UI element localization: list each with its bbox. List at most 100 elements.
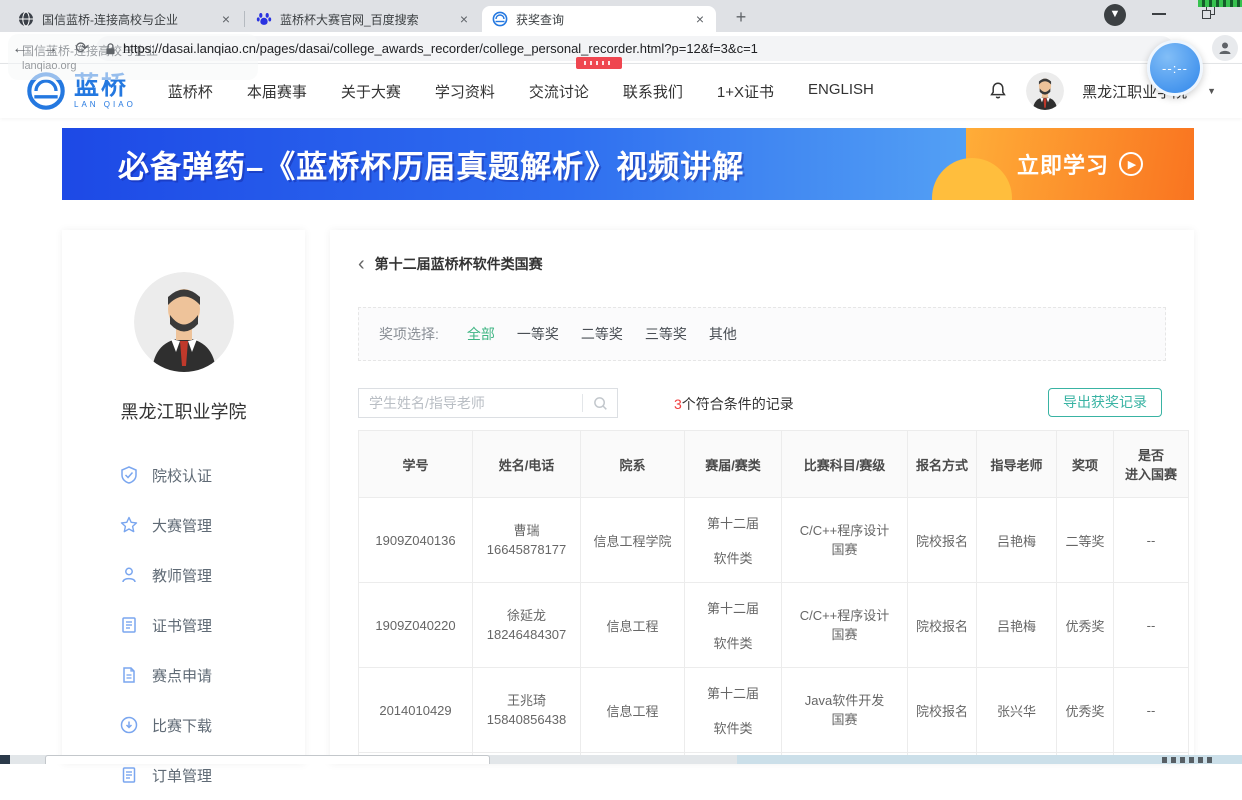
filter-option-second-prize[interactable]: 二等奖 [581,324,623,344]
cell-subject-level: C/C++程序设计国赛 [782,583,908,668]
page-title: 第十二届蓝桥杯软件类国赛 [375,254,543,274]
hover-card-domain: lanqiao.org [22,60,76,72]
cell-name-phone: 曹瑞16645878177 [473,498,581,583]
table-header-row: 学号 姓名/电话 院系 赛届/赛类 比赛科目/赛级 报名方式 指导老师 奖项 是… [359,431,1189,498]
filter-label: 奖项选择: [379,324,439,344]
nav-study-materials[interactable]: 学习资料 [435,81,495,102]
export-awards-button[interactable]: 导出获奖记录 [1048,388,1162,417]
star-icon [120,516,138,534]
shield-check-icon [120,466,138,484]
back-chevron-icon[interactable]: ‹ [358,256,365,272]
col-session-category: 赛届/赛类 [685,431,782,498]
sidebar-item-certificate-management[interactable]: 证书管理 [62,600,305,650]
sidebar-item-college-certification[interactable]: 院校认证 [62,450,305,500]
address-content[interactable]: https://dasai.lanqiao.cn/pages/dasai/col… [104,36,758,61]
order-list-icon [120,766,138,784]
award-filter-box: 奖项选择: 全部 一等奖 二等奖 三等奖 其他 [358,307,1166,361]
browser-profile-button[interactable] [1212,35,1238,61]
search-icon[interactable] [583,396,617,411]
col-department: 院系 [581,431,685,498]
sidebar-item-competition-management[interactable]: 大赛管理 [62,500,305,550]
tab-close-icon[interactable]: × [456,11,472,27]
cell-department: 信息工程 [581,668,685,753]
sidebar-item-label: 赛点申请 [152,665,212,686]
nav-1x-certificate[interactable]: 1+X证书 [717,81,774,102]
filter-option-first-prize[interactable]: 一等奖 [517,324,559,344]
tab-separator [244,11,245,27]
new-tab-button[interactable]: + [728,5,754,31]
banner-cta-label: 立即学习 [1017,148,1109,180]
sidebar-item-venue-application[interactable]: 赛点申请 [62,650,305,700]
nav-promo-badge [576,57,622,69]
file-apply-icon [120,666,138,684]
col-award: 奖项 [1057,431,1114,498]
nav-english[interactable]: ENGLISH [808,81,874,102]
sidebar-item-label: 院校认证 [152,465,212,486]
nav-lanqiaobei[interactable]: 蓝桥杯 [168,81,213,102]
certificate-icon [120,616,138,634]
col-registration: 报名方式 [908,431,977,498]
cell-department: 信息工程学院 [581,498,685,583]
floating-timer[interactable]: --:-- [1147,40,1203,96]
refresh-button[interactable]: ⟳ [70,37,94,61]
table-row: 1909Z040136 曹瑞16645878177 信息工程学院 第十二届软件类… [359,498,1189,583]
tab-close-icon[interactable]: × [692,11,708,27]
col-student-id: 学号 [359,431,473,498]
search-box [358,388,618,418]
cell-registration: 院校报名 [908,668,977,753]
lanqiao-favicon-icon [492,11,508,27]
search-input[interactable] [359,395,582,411]
promo-banner[interactable]: 必备弹药–《蓝桥杯历届真题解析》视频讲解 立即学习 ▶ [62,128,1194,200]
sidebar: 黑龙江职业学院 院校认证 大赛管理 教师管理 证书管理 赛点申请 比赛下载 订单… [62,230,305,764]
tab-close-icon[interactable]: × [218,11,234,27]
tab-award-query-active[interactable]: 获奖查询 × [482,6,716,32]
window-restore-button[interactable] [1202,6,1216,20]
banner-cta-area[interactable]: 立即学习 ▶ [966,128,1194,200]
nav-contact[interactable]: 联系我们 [623,81,683,102]
sidebar-item-label: 比赛下载 [152,715,212,736]
cell-national: -- [1114,668,1189,753]
sidebar-menu: 院校认证 大赛管理 教师管理 证书管理 赛点申请 比赛下载 订单管理 [62,450,305,800]
filter-option-all[interactable]: 全部 [467,324,495,344]
cell-national: -- [1114,583,1189,668]
cell-department: 信息工程 [581,583,685,668]
nav-about[interactable]: 关于大赛 [341,81,401,102]
nav-forum[interactable]: 交流讨论 [529,81,589,102]
sidebar-item-teacher-management[interactable]: 教师管理 [62,550,305,600]
logo-text-en: LAN QIAO [74,101,136,109]
awards-table: 学号 姓名/电话 院系 赛届/赛类 比赛科目/赛级 报名方式 指导老师 奖项 是… [358,430,1189,763]
sidebar-item-label: 证书管理 [152,615,212,636]
nav-current-events[interactable]: 本届赛事 [247,81,307,102]
cell-session-category: 第十二届软件类 [685,583,782,668]
cell-national: -- [1114,498,1189,583]
cell-name-phone: 王兆琦15840856438 [473,668,581,753]
col-subject-level: 比赛科目/赛级 [782,431,908,498]
cell-award: 二等奖 [1057,498,1114,583]
main-content: ‹ 第十二届蓝桥杯软件类国赛 奖项选择: 全部 一等奖 二等奖 三等奖 其他 3… [330,230,1194,764]
cell-subject-level: Java软件开发国赛 [782,668,908,753]
filter-option-other[interactable]: 其他 [709,324,737,344]
cell-advisor: 吕艳梅 [977,583,1057,668]
cell-registration: 院校报名 [908,583,977,668]
back-button[interactable]: ← [8,37,32,61]
account-caret-icon[interactable]: ▼ [1207,86,1216,96]
filter-option-third-prize[interactable]: 三等奖 [645,324,687,344]
play-icon: ▶ [1119,152,1143,176]
taskbar-search-box[interactable] [45,755,490,764]
cell-student-id: 1909Z040136 [359,498,473,583]
cell-student-id: 1909Z040220 [359,583,473,668]
notification-bell-icon[interactable] [988,81,1008,101]
sidebar-item-competition-download[interactable]: 比赛下载 [62,700,305,750]
forward-button[interactable]: → [38,37,62,61]
col-national: 是否 进入国赛 [1114,431,1189,498]
cell-registration: 院校报名 [908,498,977,583]
cell-session-category: 第十二届软件类 [685,668,782,753]
screen-recorder-indicator [1198,0,1242,7]
tab-baidu-search[interactable]: 蓝桥杯大赛官网_百度搜索 × [246,6,480,32]
cell-advisor: 吕艳梅 [977,498,1057,583]
window-minimize-button[interactable] [1152,13,1166,15]
record-count-suffix: 个符合条件的记录 [682,396,794,412]
browser-media-menu-button[interactable]: ▼ [1104,4,1126,26]
tab-guoxin-lanqiao[interactable]: 国信蓝桥-连接高校与企业 × [8,6,242,32]
account-avatar[interactable] [1026,72,1064,110]
